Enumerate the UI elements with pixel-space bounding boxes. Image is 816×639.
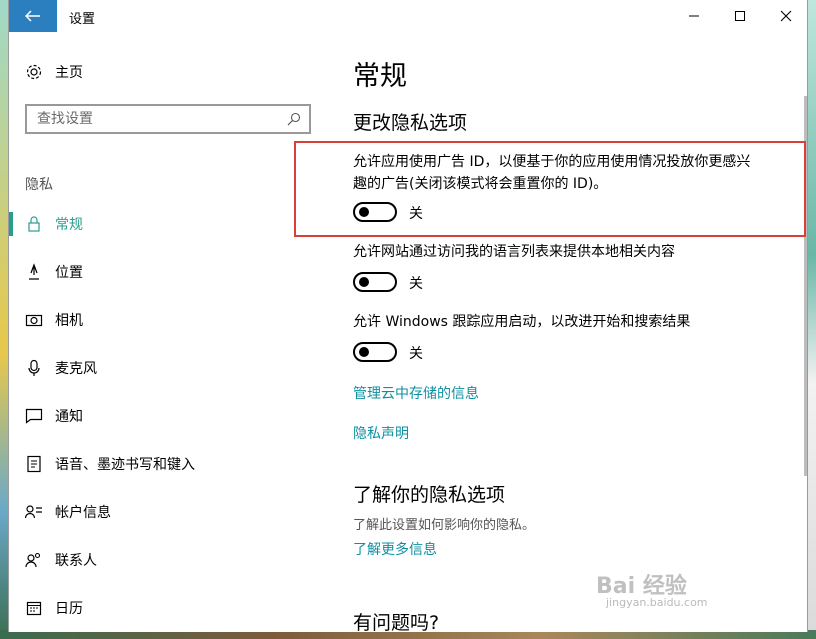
highlight-box — [294, 141, 806, 237]
home-label: 主页 — [55, 65, 83, 81]
minimize-button[interactable] — [671, 0, 717, 32]
contacts-icon — [23, 552, 45, 568]
close-button[interactable] — [763, 0, 807, 32]
manage-cloud-info-link[interactable]: 管理云中存储的信息 — [353, 383, 479, 403]
learn-more-link[interactable]: 了解更多信息 — [353, 539, 437, 559]
minimize-icon — [689, 15, 699, 17]
page-title: 常规 — [353, 61, 407, 92]
gear-icon — [23, 63, 45, 81]
sidebar-item-speech[interactable]: 语音、墨迹书写和键入 — [23, 450, 195, 478]
sidebar-item-label: 位置 — [55, 265, 83, 281]
arrow-left-icon — [25, 10, 40, 22]
setting-language-list-text: 允许网站通过访问我的语言列表来提供本地相关内容 — [353, 244, 675, 260]
sidebar-item-account-info[interactable]: 帐户信息 — [23, 498, 111, 526]
sidebar-item-camera[interactable]: 相机 — [23, 306, 83, 334]
maximize-icon — [735, 11, 745, 21]
section-label-privacy: 隐私 — [25, 177, 53, 193]
sidebar-item-calendar[interactable]: 日历 — [23, 594, 83, 622]
lock-icon — [23, 215, 45, 233]
desktop-background-left — [0, 0, 8, 639]
sidebar-item-label: 语音、墨迹书写和键入 — [55, 457, 195, 473]
watermark-url: jingyan.baidu.com — [606, 596, 708, 609]
maximize-button[interactable] — [717, 0, 763, 32]
selection-indicator — [9, 212, 13, 236]
section-title-know-privacy: 了解你的隐私选项 — [353, 484, 506, 506]
title-bar: 设置 — [9, 0, 807, 32]
sidebar-item-label: 麦克风 — [55, 361, 97, 377]
sidebar-item-label: 相机 — [55, 313, 83, 329]
toggle-state-label: 关 — [409, 276, 423, 292]
section-title-change-privacy: 更改隐私选项 — [353, 112, 468, 134]
home-nav-item[interactable]: 主页 — [23, 58, 83, 86]
section-title-questions: 有问题吗? — [353, 612, 440, 632]
main-content: 常规 更改隐私选项 允许应用使用广告 ID，以便基于你的应用使用情况投放你更感兴… — [329, 32, 807, 632]
sidebar-item-label: 通知 — [55, 409, 83, 425]
sidebar-item-label: 帐户信息 — [55, 505, 111, 521]
know-privacy-description: 了解此设置如何影响你的隐私。 — [353, 518, 536, 533]
close-icon — [780, 10, 792, 22]
sidebar-item-label: 联系人 — [55, 553, 97, 569]
sidebar-item-general[interactable]: 常规 — [23, 210, 83, 238]
camera-icon — [23, 312, 45, 328]
toggle-knob — [359, 347, 369, 357]
calendar-icon — [23, 600, 45, 616]
search-box[interactable] — [25, 104, 311, 134]
sidebar-item-label: 日历 — [55, 601, 83, 617]
microphone-icon — [23, 359, 45, 377]
window-title: 设置 — [69, 12, 96, 27]
notification-icon — [23, 408, 45, 424]
location-icon — [23, 263, 45, 281]
settings-window: 设置 主页 隐私 常规 — [8, 0, 808, 632]
app-launch-toggle[interactable] — [353, 342, 397, 362]
desktop-background-right — [808, 0, 816, 639]
setting-app-launch-text: 允许 Windows 跟踪应用启动，以改进开始和搜索结果 — [353, 314, 691, 330]
sidebar-item-location[interactable]: 位置 — [23, 258, 83, 286]
language-list-toggle[interactable] — [353, 272, 397, 292]
search-icon[interactable] — [287, 112, 301, 126]
toggle-knob — [359, 277, 369, 287]
sidebar-item-notifications[interactable]: 通知 — [23, 402, 83, 430]
account-icon — [23, 504, 45, 520]
search-input[interactable] — [27, 111, 287, 127]
sidebar: 主页 隐私 常规 位置 相机 — [9, 32, 329, 632]
speech-icon — [23, 455, 45, 473]
sidebar-item-label: 常规 — [55, 217, 83, 233]
back-button[interactable] — [9, 0, 57, 32]
sidebar-item-contacts[interactable]: 联系人 — [23, 546, 97, 574]
toggle-state-label: 关 — [409, 346, 423, 362]
privacy-statement-link[interactable]: 隐私声明 — [353, 423, 409, 443]
sidebar-item-microphone[interactable]: 麦克风 — [23, 354, 97, 382]
